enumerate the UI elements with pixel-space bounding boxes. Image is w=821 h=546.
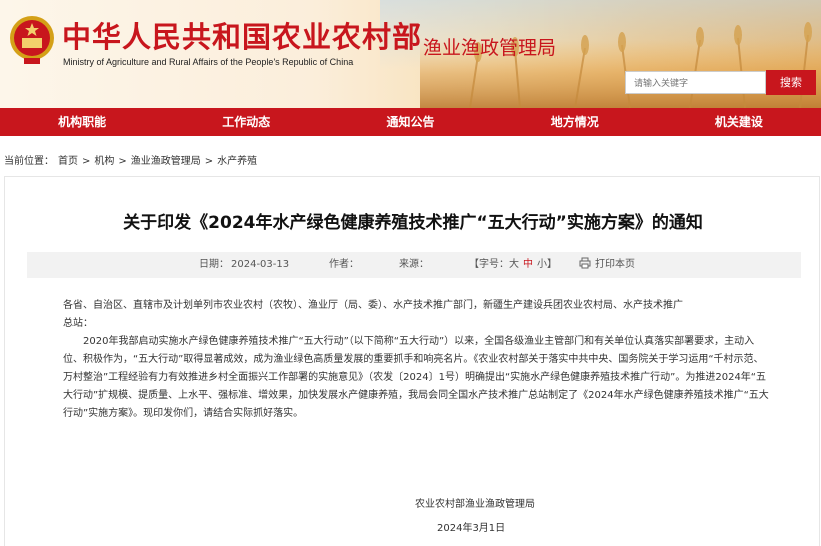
- nav-item-construction[interactable]: 机关建设: [657, 108, 821, 136]
- breadcrumb-fishery-bureau[interactable]: 渔业渔政管理局: [131, 156, 201, 167]
- breadcrumb-home[interactable]: 首页: [58, 156, 78, 167]
- source-label: 来源：: [399, 259, 429, 270]
- font-size-small[interactable]: 小: [537, 252, 547, 278]
- search-input[interactable]: [625, 71, 766, 94]
- department-name[interactable]: 渔业渔政管理局: [423, 33, 556, 60]
- printer-icon[interactable]: [579, 252, 591, 278]
- date-label: 日期：: [199, 259, 229, 270]
- salutation-line-1: 各省、自治区、直辖市及计划单列市农业农村（农牧）、渔业厅（局、委）、水产技术推广…: [63, 300, 683, 311]
- font-size-label: 【字号：: [469, 259, 509, 270]
- main-nav: 机构职能 工作动态 通知公告 地方情况 机关建设: [0, 108, 821, 136]
- salutation-line-2: 总站：: [63, 318, 93, 329]
- font-size-medium[interactable]: 中: [523, 252, 533, 278]
- article-title: 关于印发《2024年水产绿色健康养殖技术推广“五大行动”实施方案》的通知: [123, 213, 703, 233]
- breadcrumb: 当前位置： 首页 > 机构 > 渔业渔政管理局 > 水产养殖: [4, 152, 261, 167]
- breadcrumb-separator: >: [82, 156, 91, 167]
- font-size-large[interactable]: 大: [509, 252, 519, 278]
- breadcrumb-aquaculture[interactable]: 水产养殖: [217, 156, 257, 167]
- sign-date: 2024年3月1日: [437, 523, 506, 534]
- breadcrumb-separator: >: [118, 156, 127, 167]
- nav-item-news[interactable]: 工作动态: [164, 108, 328, 136]
- breadcrumb-institutions[interactable]: 机构: [94, 156, 114, 167]
- site-header: 中华人民共和国农业农村部 Ministry of Agriculture and…: [0, 0, 821, 108]
- breadcrumb-prefix: 当前位置：: [4, 156, 54, 167]
- national-emblem-icon: [10, 16, 54, 64]
- article-paragraph: 2020年我部启动实施水产绿色健康养殖技术推广“五大行动”（以下简称“五大行动”…: [63, 336, 769, 419]
- site-title-english: Ministry of Agriculture and Rural Affair…: [63, 57, 354, 67]
- print-page-link[interactable]: 打印本页: [595, 252, 635, 278]
- date-value: 2024-03-13: [231, 259, 290, 270]
- signature: 农业农村部渔业渔政管理局: [415, 499, 535, 510]
- nav-item-functions[interactable]: 机构职能: [0, 108, 164, 136]
- site-title[interactable]: 中华人民共和国农业农村部: [62, 14, 422, 56]
- article-body: 各省、自治区、直辖市及计划单列市农业农村（农牧）、渔业厅（局、委）、水产技术推广…: [63, 297, 773, 423]
- search-button[interactable]: 搜索: [766, 70, 816, 95]
- nav-item-notices[interactable]: 通知公告: [328, 108, 492, 136]
- nav-item-local[interactable]: 地方情况: [493, 108, 657, 136]
- author-label: 作者：: [329, 259, 359, 270]
- article-meta-bar: 日期： 2024-03-13 作者： 来源： 【字号： 大 中 小 】 打印本页: [27, 252, 801, 278]
- article-panel: 关于印发《2024年水产绿色健康养殖技术推广“五大行动”实施方案》的通知 日期：…: [4, 176, 820, 546]
- breadcrumb-separator: >: [204, 156, 214, 167]
- font-size-close: 】: [547, 259, 557, 270]
